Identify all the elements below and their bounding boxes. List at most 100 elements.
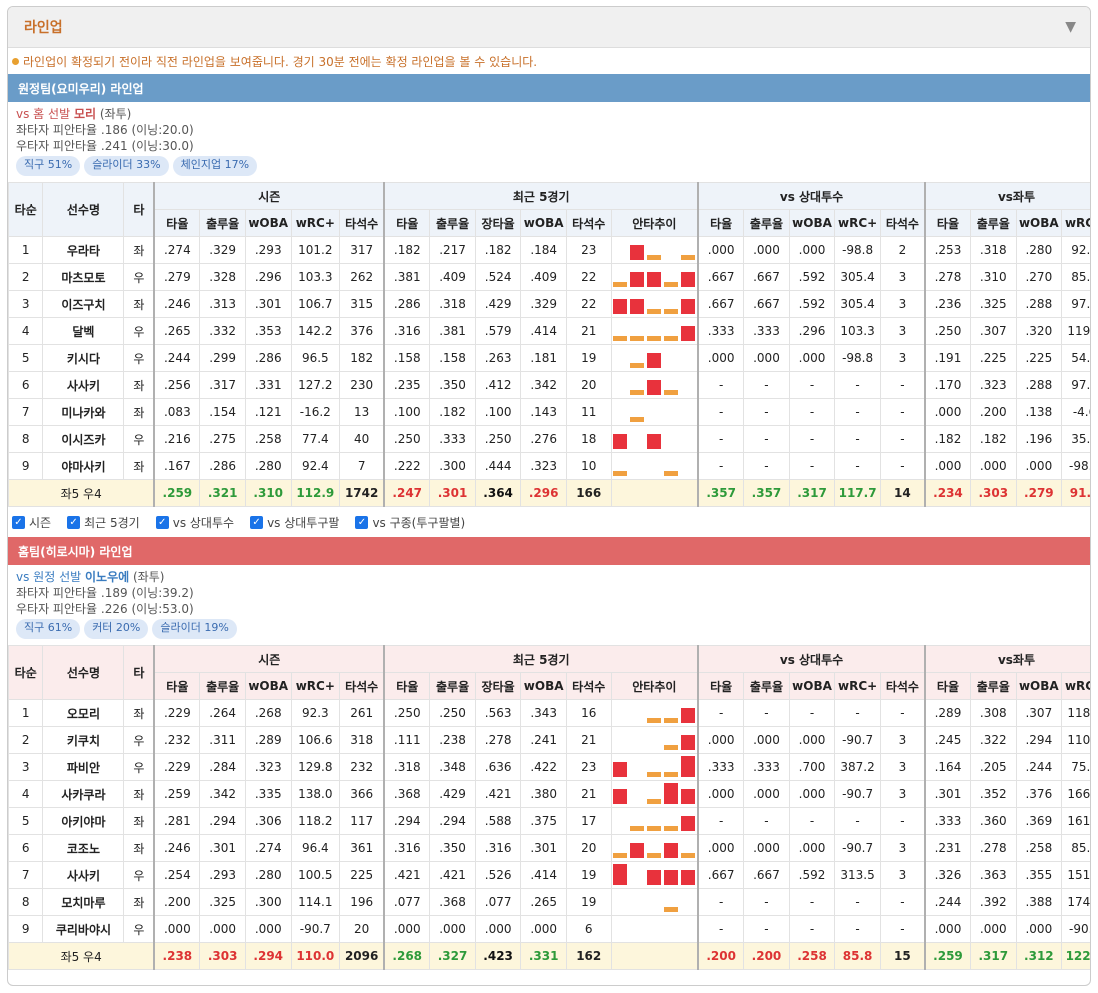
recent-stat: .421 (429, 861, 476, 889)
vs-pitcher-stat: -90.7 (834, 780, 881, 808)
player-name[interactable]: 이즈구치 (42, 290, 125, 318)
player-name[interactable]: 달벡 (42, 317, 125, 345)
vs-pitcher-stat: .000 (697, 726, 745, 754)
vs-lhp-stat: .205 (970, 753, 1017, 781)
recent-stat: .111 (383, 726, 431, 754)
total-vs-pitcher-stat: .317 (788, 479, 836, 507)
recent-stat: .181 (520, 344, 567, 372)
filter-vs-arm[interactable]: ✓ vs 상대투구팔 (250, 514, 339, 531)
filter-vs-pitcher[interactable]: ✓ vs 상대투수 (155, 514, 234, 531)
table-row[interactable]: 1 오모리 좌 .229.264.268 92.3 261.250.250.563.343… (8, 699, 1090, 727)
notice-text: 라인업이 확정되기 전이라 직전 라인업을 보여줍니다. 경기 30분 전에는 … (23, 54, 538, 69)
vs-pitcher-stat: .000 (788, 726, 836, 754)
column-header: 타석수 (879, 672, 926, 700)
checkbox-checked-icon[interactable]: ✓ (250, 515, 264, 529)
player-name[interactable]: 파비안 (42, 753, 125, 781)
season-stat: 315 (339, 290, 385, 318)
checkbox-checked-icon[interactable]: ✓ (155, 515, 169, 529)
table-row[interactable]: 7 미나카와 좌 .083.154.121 -16.2 13.100.182.100.14… (8, 398, 1090, 426)
vs-pitcher-stat: - (879, 807, 926, 835)
recent-stat: 21 (565, 780, 612, 808)
player-name[interactable]: 미나카와 (42, 398, 125, 426)
vs-lhp-stat: .318 (970, 236, 1017, 264)
pitcher-name[interactable]: 이노우에 (85, 570, 129, 584)
vs-pitcher-stat: .000 (788, 780, 836, 808)
table-row[interactable]: 5 아키야마 좌 .281.294.306 118.2 117.294.294.588.3… (8, 807, 1090, 835)
recent-stat: 22 (565, 290, 612, 318)
panel-header[interactable]: 라인업 ▼ (8, 7, 1090, 48)
season-stat: .000 (199, 915, 246, 943)
season-stat: .000 (153, 915, 201, 943)
vs-pitcher-stat: - (788, 888, 836, 916)
table-row[interactable]: 7 사사키 우 .254.293.280 100.5 225.421.421.526.41… (8, 861, 1090, 889)
table-row[interactable]: 1 우라타 좌 .274.329.293 101.2 317.182.217.182.18… (8, 236, 1090, 264)
table-row[interactable]: 8 모치마루 좌 .200.325.300 114.1 196.077.368.077.2… (8, 888, 1090, 916)
away-pitcher-info: vs 홈 선발 모리 (좌투) 좌타자 피안타율 .186 (이닝:20.0) … (8, 102, 1090, 176)
table-row[interactable]: 4 사카쿠라 좌 .259.342.335 138.0 366.368.429.421.3… (8, 780, 1090, 808)
pitcher-name[interactable]: 모리 (74, 107, 96, 121)
filter-recent5[interactable]: ✓ 최근 5경기 (67, 514, 140, 531)
player-name[interactable]: 이시즈카 (42, 425, 125, 453)
vs-pitcher-stat: - (743, 915, 790, 943)
recent-stat: .077 (474, 888, 522, 916)
vs-pitcher-stat: .667 (743, 263, 790, 291)
player-name[interactable]: 아키야마 (42, 807, 125, 835)
column-header: wOBA (1015, 209, 1063, 237)
column-header: wRC+ (834, 672, 881, 700)
season-stat: .311 (199, 726, 246, 754)
table-row[interactable]: 2 마츠모토 우 .279.328.296 103.3 262.381.409.524.4… (8, 263, 1090, 291)
total-recent-stat: .301 (429, 479, 476, 507)
table-row[interactable]: 6 코조노 좌 .246.301.274 96.4 361.316.350.316.301… (8, 834, 1090, 862)
player-name[interactable]: 사카쿠라 (42, 780, 125, 808)
table-row[interactable]: 9 쿠리바야시 우 .000.000.000 -90.7 20.000.000.000.0… (8, 915, 1090, 943)
player-name[interactable]: 모치마루 (42, 888, 125, 916)
checkbox-checked-icon[interactable]: ✓ (67, 515, 81, 529)
table-row[interactable]: 4 달벡 우 .265.332.353 142.2 376.316.381.579.414… (8, 317, 1090, 345)
hit-trend-sparkline (610, 290, 699, 318)
recent-stat: .235 (383, 371, 431, 399)
table-row[interactable]: 2 키쿠치 우 .232.311.289 106.6 318.111.238.278.24… (8, 726, 1090, 754)
table-row[interactable]: 6 사사키 좌 .256.317.331 127.2 230.235.350.412.34… (8, 371, 1090, 399)
player-name[interactable]: 오모리 (42, 699, 125, 727)
vs-pitcher-stat: 313.5 (834, 861, 881, 889)
trend-bar (630, 272, 645, 287)
col-bat-order: 타순 (8, 182, 44, 237)
player-name[interactable]: 키시다 (42, 344, 125, 372)
player-name[interactable]: 우라타 (42, 236, 125, 264)
table-row[interactable]: 3 파비안 우 .229.284.323 129.8 232.318.348.636.42… (8, 753, 1090, 781)
vs-pitcher-stat: - (743, 371, 790, 399)
checkbox-checked-icon[interactable]: ✓ (12, 515, 25, 529)
vs-lhp-stat: .352 (970, 780, 1017, 808)
trend-bar (647, 272, 662, 287)
player-name[interactable]: 사사키 (42, 861, 125, 889)
season-stat: .167 (153, 452, 201, 480)
player-name[interactable]: 쿠리바야시 (42, 915, 125, 943)
vs-pitcher-stat: 103.3 (834, 317, 881, 345)
bat-order: 5 (8, 807, 44, 835)
checkbox-checked-icon[interactable]: ✓ (355, 515, 369, 529)
vs-lhp-stat: .355 (1015, 861, 1063, 889)
collapse-arrow-icon[interactable]: ▼ (1065, 19, 1076, 35)
vs-lhp-stat: .320 (1015, 317, 1063, 345)
vs-lhp-stat: 151.7 (1061, 861, 1090, 889)
table-row[interactable]: 3 이즈구치 좌 .246.313.301 106.7 315.286.318.429.3… (8, 290, 1090, 318)
player-name[interactable]: 마츠모토 (42, 263, 125, 291)
player-name[interactable]: 키쿠치 (42, 726, 125, 754)
filter-vs-pitch-type[interactable]: ✓ vs 구종(투구팔별) (355, 514, 465, 531)
column-header: 출루율 (429, 209, 476, 237)
home-pitcher-info: vs 원정 선발 이노우에 (좌투) 좌타자 피안타율 .189 (이닝:39.… (8, 565, 1090, 639)
season-stat: 196 (339, 888, 385, 916)
trend-bar (630, 245, 645, 260)
player-name[interactable]: 야마사키 (42, 452, 125, 480)
vs-lhp-stat: .307 (1015, 699, 1063, 727)
table-row[interactable]: 9 야마사키 좌 .167.286.280 92.4 7.222.300.444.323 1… (8, 452, 1090, 480)
table-row[interactable]: 8 이시즈카 우 .216.275.258 77.4 40.250.333.250.276… (8, 425, 1090, 453)
player-name[interactable]: 사사키 (42, 371, 125, 399)
season-stat: 117 (339, 807, 385, 835)
season-stat: .317 (199, 371, 246, 399)
vs-pitcher-stat: - (788, 371, 836, 399)
filter-season[interactable]: ✓ 시즌 (12, 514, 51, 531)
table-row[interactable]: 5 키시다 우 .244.299.286 96.5 182.158.158.263.181… (8, 344, 1090, 372)
player-name[interactable]: 코조노 (42, 834, 125, 862)
column-header: 안타추이 (610, 209, 699, 237)
